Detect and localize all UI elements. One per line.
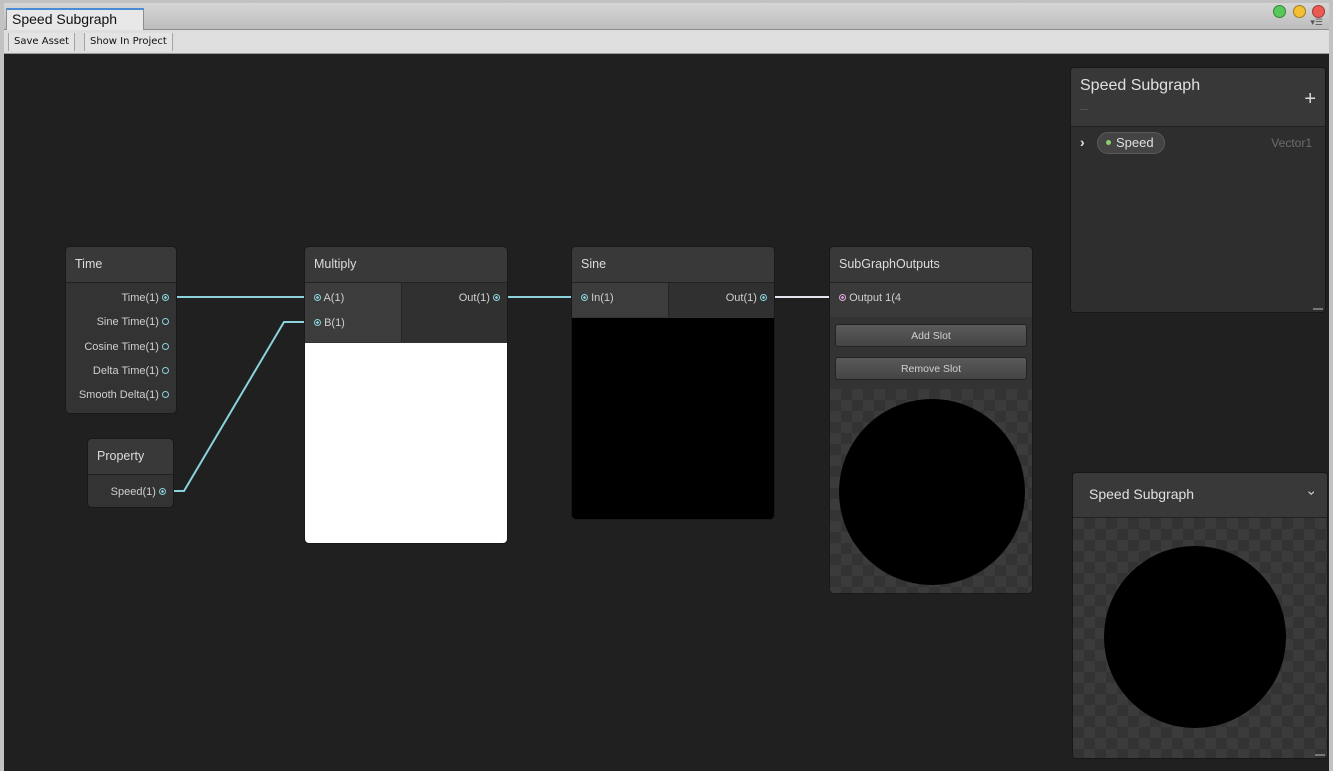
sine-preview [572,318,774,519]
port-icon[interactable] [162,366,169,374]
wire-speed-to-multiply-b[interactable] [162,321,313,492]
sine-node-title: Sine [572,247,774,283]
preview-viewport[interactable] [1073,518,1327,758]
port-icon[interactable] [162,342,169,350]
multiply-b-input-port[interactable]: B(1) [314,317,345,329]
property-dot-icon [1106,140,1111,146]
speed-output-port[interactable]: Speed(1) [111,486,166,498]
blackboard-header: Speed Subgraph – + [1071,68,1325,127]
property-node[interactable]: Property Speed(1) [87,438,174,508]
remove-slot-button[interactable]: Remove Slot [835,357,1027,380]
port-connected-icon[interactable] [314,318,321,326]
preview-sphere [839,399,1025,585]
port-connected-icon[interactable] [760,293,767,301]
preview-sphere [1104,546,1286,728]
port-connected-icon[interactable] [493,293,500,301]
resize-handle-icon[interactable] [1313,308,1323,310]
sine-time-output-port[interactable]: Sine Time(1) [97,316,169,328]
multiply-node-title: Multiply [305,247,507,283]
delta-time-output-port[interactable]: Delta Time(1) [93,365,169,377]
minus-icon[interactable]: – [1080,100,1088,116]
chevron-right-icon[interactable]: › [1080,134,1085,150]
subgraph-outputs-title: SubGraphOutputs [830,247,1032,283]
tab-bar: Speed Subgraph ▾☰ [4,3,1329,30]
preview-title: Speed Subgraph [1089,486,1195,502]
sine-output-port[interactable]: Out(1) [726,292,767,304]
port-icon[interactable] [162,390,169,398]
speed-property-pill[interactable]: Speed [1097,132,1165,154]
property-node-title: Property [88,439,173,475]
add-slot-button[interactable]: Add Slot [835,324,1027,347]
sine-in-input-port[interactable]: In(1) [581,292,614,304]
menu-icon[interactable]: ▾☰ [1310,17,1323,28]
port-connected-icon[interactable] [314,293,321,301]
multiply-output-port[interactable]: Out(1) [459,292,500,304]
blackboard-title: Speed Subgraph [1080,77,1201,94]
port-connected-icon[interactable] [839,293,846,301]
output-1-input-port[interactable]: Output 1(4 [839,292,901,304]
toolbar: Save Asset Show In Project [4,30,1329,54]
save-asset-button[interactable]: Save Asset [8,33,76,51]
smooth-delta-output-port[interactable]: Smooth Delta(1) [79,389,169,401]
time-node[interactable]: Time Time(1) Sine Time(1) Cosine Time(1)… [65,246,177,414]
preview-header[interactable]: Speed Subgraph › [1073,473,1327,518]
blackboard-panel: Speed Subgraph – + › Speed Vector1 [1070,67,1326,313]
cosine-time-output-port[interactable]: Cosine Time(1) [84,341,169,353]
port-icon[interactable] [162,317,169,325]
port-connected-icon[interactable] [159,487,166,495]
chevron-down-icon[interactable]: › [1305,491,1321,496]
port-connected-icon[interactable] [581,293,588,301]
show-in-project-button[interactable]: Show In Project [84,33,173,51]
port-connected-icon[interactable] [162,293,169,301]
property-type: Vector1 [1271,136,1312,150]
subgraph-output-preview [830,389,1032,593]
plus-icon[interactable]: + [1304,88,1316,111]
shader-graph-window: Speed Subgraph ▾☰ Save Asset Show In Pro… [4,3,1329,771]
subgraph-outputs-node[interactable]: SubGraphOutputs Output 1(4 Add Slot Remo… [829,246,1033,594]
time-node-title: Time [66,247,176,283]
window-tab[interactable]: Speed Subgraph [6,8,144,30]
maximize-icon[interactable] [1292,5,1306,18]
time-output-port[interactable]: Time(1) [121,292,169,304]
minimize-icon[interactable] [1273,5,1287,18]
multiply-a-input-port[interactable]: A(1) [314,292,344,304]
main-preview-panel: Speed Subgraph › [1072,472,1328,759]
multiply-node[interactable]: Multiply A(1) B(1) Out(1) [304,246,508,544]
sine-node[interactable]: Sine In(1) Out(1) [571,246,775,520]
resize-handle-icon[interactable] [1315,754,1325,756]
multiply-preview [305,343,507,543]
graph-canvas[interactable]: Time Time(1) Sine Time(1) Cosine Time(1)… [4,54,1329,771]
